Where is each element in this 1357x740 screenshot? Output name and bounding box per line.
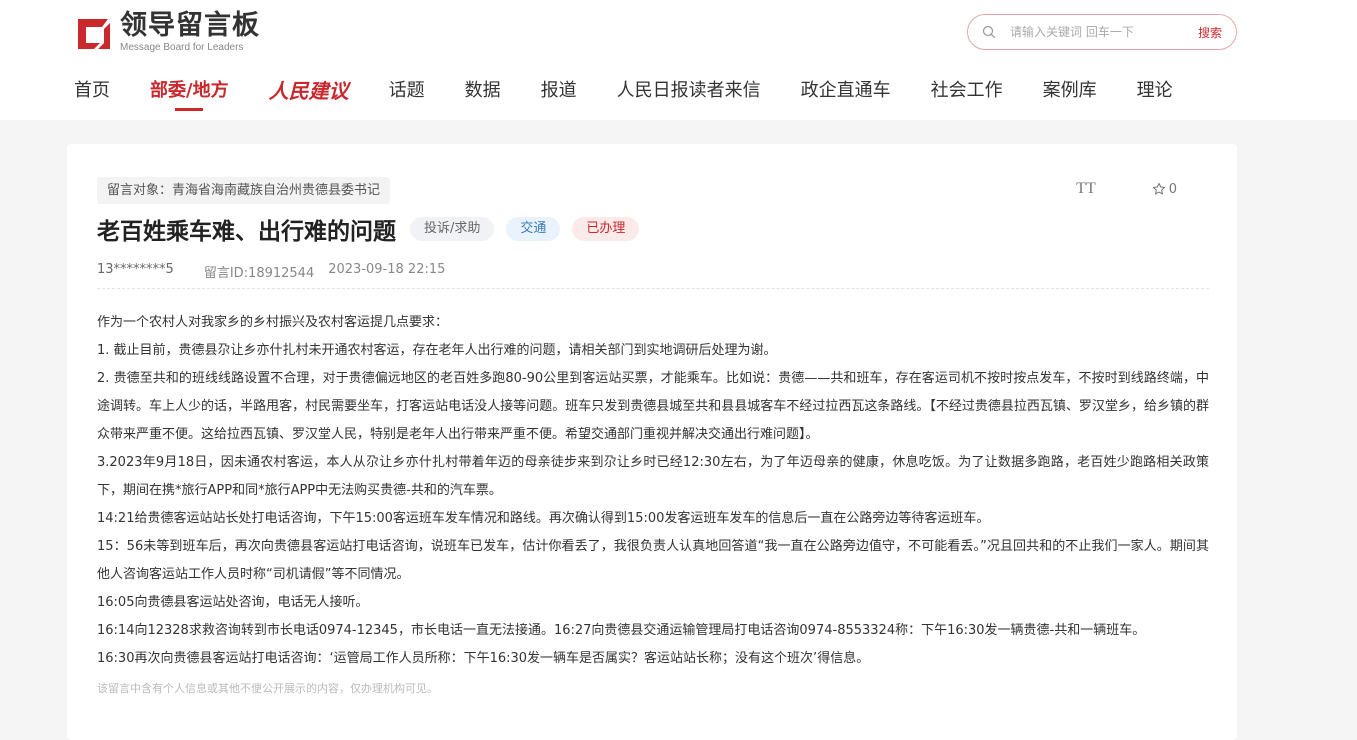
privacy-notice: 该留言中含有个人信息或其他不便公开展示的内容，仅办理机构可见。 bbox=[97, 682, 438, 695]
nav-item-social-work[interactable]: 社会工作 bbox=[931, 76, 1003, 114]
author-name: 13********5 bbox=[97, 262, 174, 277]
message-meta: 13********5 留言ID:18912544 2023-09-18 22:… bbox=[97, 262, 445, 281]
paragraph: 3.2023年9月18日，因未通农村客运，本人从尕让乡亦什扎村带着年迈的母亲徒步… bbox=[97, 455, 1209, 498]
search-box: 搜索 bbox=[967, 14, 1237, 50]
nav-item-data[interactable]: 数据 bbox=[465, 76, 501, 114]
nav-item-theory[interactable]: 理论 bbox=[1137, 76, 1173, 114]
title-row: 老百姓乘车难、出行难的问题 投诉/求助 交通 已办理 bbox=[97, 214, 651, 245]
paragraph: 2. 贵德至共和的班线线路设置不合理，对于贵德偏远地区的老百姓多跑80-90公里… bbox=[97, 371, 1209, 442]
message-target: 留言对象：青海省海南藏族自治州贵德县委书记 bbox=[97, 177, 391, 204]
paragraph: 1. 截止目前，贵德县尕让乡亦什扎村未开通农村客运，存在老年人出行难的问题，请相… bbox=[97, 343, 777, 358]
font-size-icon[interactable]: TT bbox=[1076, 180, 1096, 198]
nav-item-ministries[interactable]: 部委/地方 bbox=[150, 76, 229, 114]
search-button[interactable]: 搜索 bbox=[1198, 24, 1222, 41]
favorite-button[interactable]: 0 bbox=[1152, 182, 1177, 197]
nav-item-topics[interactable]: 话题 bbox=[389, 76, 425, 114]
paragraph: 作为一个农村人对我家乡的乡村振兴及农村客运提几点要求： bbox=[97, 315, 449, 330]
field-tag: 交通 bbox=[506, 217, 561, 241]
site-header: 领导留言板 Message Board for Leaders 搜索 首页 部委… bbox=[0, 0, 1357, 120]
logo-subtitle: Message Board for Leaders bbox=[120, 42, 244, 53]
type-tag: 投诉/求助 bbox=[410, 217, 495, 241]
site-logo[interactable]: 领导留言板 Message Board for Leaders bbox=[74, 12, 260, 54]
message-id: 留言ID:18912544 bbox=[203, 266, 315, 281]
paragraph: 16:14向12328求救咨询转到市长电话0974-12345，市长电话一直无法… bbox=[97, 623, 1146, 638]
divider bbox=[97, 288, 1209, 289]
message-title: 老百姓乘车难、出行难的问题 bbox=[97, 219, 396, 245]
search-icon bbox=[982, 25, 996, 39]
nav-item-people-suggestions[interactable]: 人民建议 bbox=[269, 76, 349, 114]
nav-item-business-express[interactable]: 政企直通车 bbox=[801, 76, 891, 114]
paragraph: 16:30再次向贵德县客运站打电话咨询：‘运管局工作人员所称：下午16:30发一… bbox=[97, 651, 870, 666]
search-input[interactable] bbox=[1010, 25, 1180, 39]
star-icon bbox=[1152, 182, 1165, 195]
message-datetime: 2023-09-18 22:15 bbox=[328, 262, 446, 277]
nav-item-reader-letters[interactable]: 人民日报读者来信 bbox=[617, 76, 761, 114]
message-card: 留言对象：青海省海南藏族自治州贵德县委书记 TT 0 老百姓乘车难、出行难的问题… bbox=[67, 144, 1237, 740]
paragraph: 16:05向贵德县客运站处咨询，电话无人接听。 bbox=[97, 595, 369, 610]
logo-title: 领导留言板 bbox=[120, 10, 260, 41]
paragraph: 14:21给贵德客运站站长处打电话咨询，下午15:00客运班车发车情况和路线。再… bbox=[97, 511, 990, 526]
nav-item-reports[interactable]: 报道 bbox=[541, 76, 577, 114]
favorite-count: 0 bbox=[1168, 181, 1177, 197]
status-badge: 已办理 bbox=[572, 217, 640, 241]
nav-item-case-library[interactable]: 案例库 bbox=[1043, 76, 1097, 114]
nav-item-home[interactable]: 首页 bbox=[74, 76, 110, 114]
paragraph: 15：56未等到班车后，再次向贵德县客运站打电话咨询，说班车已发车，估计你看丢了… bbox=[97, 539, 1209, 582]
main-nav: 首页 部委/地方 人民建议 话题 数据 报道 人民日报读者来信 政企直通车 社会… bbox=[74, 76, 1213, 116]
message-body: 作为一个农村人对我家乡的乡村振兴及农村客运提几点要求： 1. 截止目前，贵德县尕… bbox=[97, 309, 1209, 673]
message-tools: TT 0 bbox=[1076, 180, 1177, 198]
logo-mark-icon bbox=[74, 13, 114, 53]
